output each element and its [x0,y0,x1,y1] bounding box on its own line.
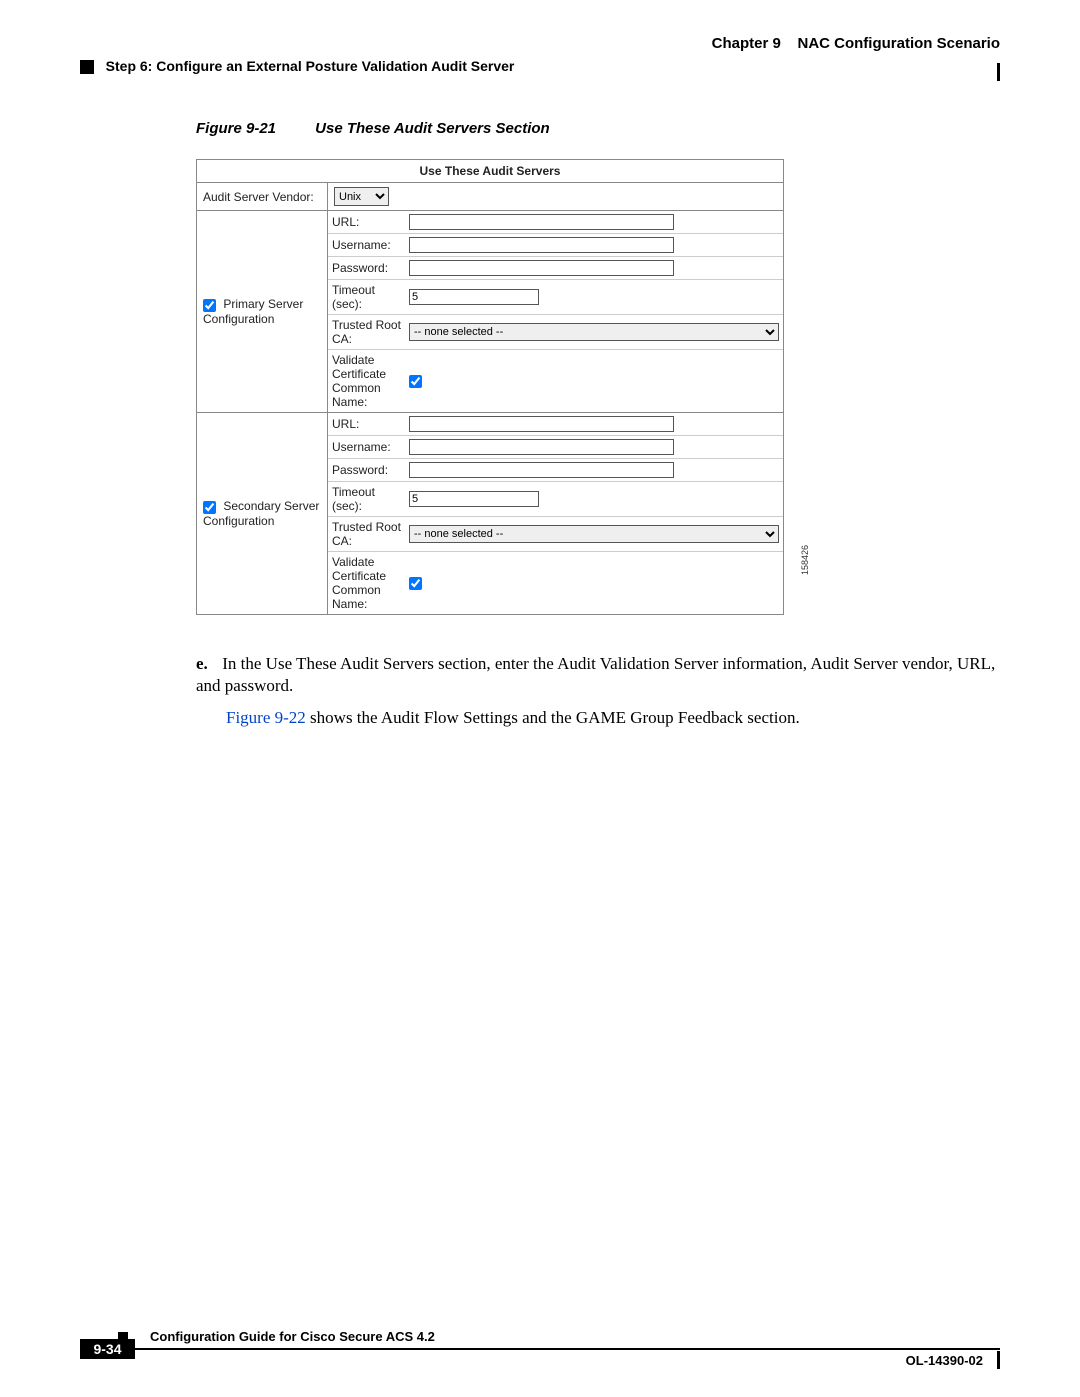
vendor-select[interactable]: Unix [334,187,389,206]
primary-trustedroot-label: Trusted Root CA: [328,315,405,350]
step-heading: Step 6: Configure an External Posture Va… [80,58,514,74]
primary-fields-table: URL: Username: Password: [328,211,783,412]
secondary-password-cell [405,459,783,482]
secondary-validate-label: Validate Certificate Common Name: [328,552,405,615]
secondary-fields-table: URL: Username: Password: [328,413,783,614]
chapter-title: NAC Configuration Scenario [797,35,1000,52]
primary-password-cell [405,257,783,280]
body-text: e. In the Use These Audit Servers sectio… [196,653,996,729]
secondary-url-cell [405,413,783,436]
pub-number: OL-14390-02 [906,1353,983,1368]
figure-link[interactable]: Figure 9-22 [226,708,306,727]
secondary-trustedroot-cell: -- none selected -- [405,517,783,552]
primary-timeout-cell [405,280,783,315]
secondary-server-label: Secondary Server Configuration [203,499,319,527]
figure-sentence-rest: shows the Audit Flow Settings and the GA… [306,708,800,727]
primary-url-cell [405,211,783,234]
item-marker: e. [196,653,218,675]
vendor-label: Audit Server Vendor: [197,183,328,211]
table-header: Use These Audit Servers [197,160,784,183]
secondary-server-left-cell: Secondary Server Configuration [197,413,328,615]
footer-bar-icon [997,1351,1000,1369]
primary-username-label: Username: [328,234,405,257]
secondary-trustedroot-label: Trusted Root CA: [328,517,405,552]
secondary-server-fields-cell: URL: Username: Password: [328,413,784,615]
primary-username-input[interactable] [409,237,674,253]
figure-wrapper: Use These Audit Servers Audit Server Ven… [196,159,996,615]
secondary-validate-checkbox[interactable] [409,577,422,590]
figure-title: Use These Audit Servers Section [315,120,550,137]
secondary-password-label: Password: [328,459,405,482]
primary-server-checkbox[interactable] [203,299,216,312]
page-footer: Configuration Guide for Cisco Secure ACS… [0,1329,1080,1369]
primary-server-left-cell: Primary Server Configuration [197,211,328,413]
figure-reference-line: Figure 9-22 shows the Audit Flow Setting… [226,707,996,729]
primary-validate-checkbox[interactable] [409,375,422,388]
footer-doc-title: Configuration Guide for Cisco Secure ACS… [150,1329,435,1344]
secondary-url-label: URL: [328,413,405,436]
secondary-trustedroot-select[interactable]: -- none selected -- [409,525,779,543]
item-text: In the Use These Audit Servers section, … [196,654,995,695]
primary-validate-label: Validate Certificate Common Name: [328,350,405,413]
figure-side-code: 158426 [800,545,810,575]
secondary-server-checkbox[interactable] [203,501,216,514]
header-bar-icon [997,63,1000,81]
primary-username-cell [405,234,783,257]
primary-password-label: Password: [328,257,405,280]
step-label: Step 6: Configure an External Posture Va… [106,58,515,74]
square-bullet-icon [80,60,94,74]
primary-timeout-input[interactable] [409,289,539,305]
primary-trustedroot-cell: -- none selected -- [405,315,783,350]
primary-validate-cell [405,350,783,413]
primary-server-label: Primary Server Configuration [203,297,303,325]
primary-password-input[interactable] [409,260,674,276]
secondary-validate-cell [405,552,783,615]
list-item-e: e. In the Use These Audit Servers sectio… [196,653,996,697]
secondary-timeout-label: Timeout (sec): [328,482,405,517]
figure-caption: Figure 9-21 Use These Audit Servers Sect… [196,120,996,137]
secondary-timeout-input[interactable] [409,491,539,507]
vendor-cell: Unix [328,183,784,211]
page-number: 9-34 [80,1339,135,1359]
primary-url-label: URL: [328,211,405,234]
secondary-password-input[interactable] [409,462,674,478]
page-content: Figure 9-21 Use These Audit Servers Sect… [196,120,996,739]
document-page: Chapter 9 NAC Configuration Scenario Ste… [0,0,1080,1397]
primary-timeout-label: Timeout (sec): [328,280,405,315]
audit-servers-table: Use These Audit Servers Audit Server Ven… [196,159,784,615]
secondary-url-input[interactable] [409,416,674,432]
footer-rule-icon [115,1348,1000,1350]
chapter-heading: Chapter 9 NAC Configuration Scenario [712,35,1000,52]
secondary-username-cell [405,436,783,459]
primary-server-fields-cell: URL: Username: Password: [328,211,784,413]
secondary-username-label: Username: [328,436,405,459]
secondary-timeout-cell [405,482,783,517]
secondary-username-input[interactable] [409,439,674,455]
primary-url-input[interactable] [409,214,674,230]
chapter-label: Chapter 9 [712,35,781,52]
figure-number: Figure 9-21 [196,120,311,137]
primary-trustedroot-select[interactable]: -- none selected -- [409,323,779,341]
